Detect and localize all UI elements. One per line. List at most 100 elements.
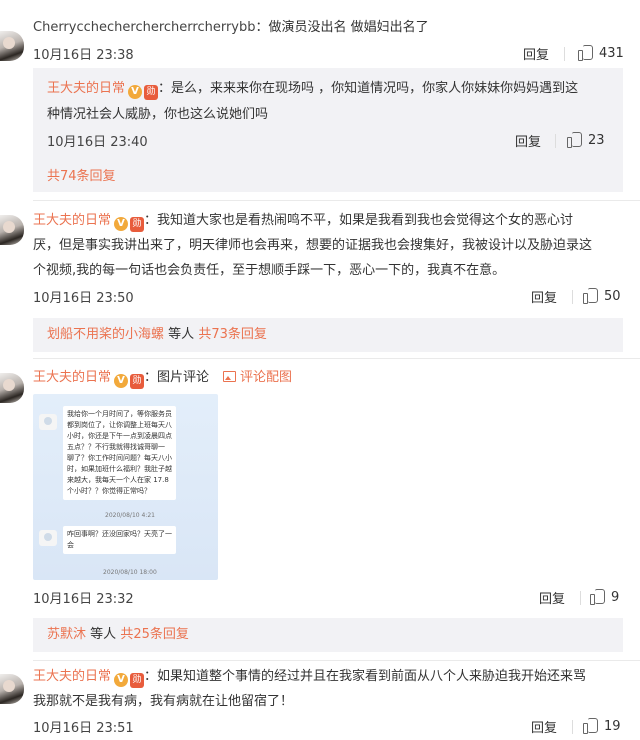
comment-text: 厌，但是事实我讲出来了，明天律师也会再来，想要的证据我也会搜集好，我被设计以及胁… [33,238,593,253]
comment-text-row: 厌，但是事实我讲出来了，明天律师也会再来，想要的证据我也会搜集好，我被设计以及胁… [33,233,626,258]
like-count: 431 [599,46,624,61]
like-count: 19 [604,719,621,734]
comment-text: 我那就不是我有病，我有病就在让他留宿了！ [33,694,294,709]
like-button[interactable]: 431 [578,44,624,61]
like-button[interactable]: 9 [590,588,619,605]
comment-text-row: 我那就不是我有病，我有病就在让他留宿了！ [33,689,626,714]
thumbs-up-icon [590,588,605,605]
reply-button[interactable]: 回复 [531,287,557,306]
verified-icon: V [128,85,143,99]
username[interactable]: 王大夫的日常 [33,669,111,684]
timestamp: 10月16日 23:32 [33,592,134,607]
medal-icon: 勋 [130,217,145,232]
timestamp: 10月16日 23:50 [33,291,134,306]
reply-users-suffix: 等人 [90,627,117,642]
more-replies-row: 共74条回复 [47,164,609,189]
username[interactable]: 王大夫的日常 [33,213,111,228]
picture-icon [223,371,237,382]
verified-icon: V [114,374,129,388]
thumbs-up-icon [583,717,598,734]
image-link[interactable]: 评论配图 [240,370,292,385]
timestamp: 10月16日 23:38 [33,48,134,63]
like-button[interactable]: 19 [583,717,621,734]
more-replies-link[interactable]: 共25条回复 [120,627,189,642]
comment-text-row: 王大夫的日常 V 勋：如果知道整个事情的经过并且在我家看到前面从八个人来胁迫我开始还… [33,664,626,689]
reply-summary-row: 苏默沐 等人 共25条回复 [47,622,609,647]
colon: ： [144,213,158,228]
more-replies-link[interactable]: 共74条回复 [47,169,116,184]
avatar[interactable] [0,674,24,704]
divider [572,720,573,734]
like-button[interactable]: 50 [583,287,621,304]
timestamp: 10月16日 23:40 [47,135,148,150]
comment-meta: 10月16日 23:51 回复 19 [33,717,626,739]
thumbs-up-icon [583,287,598,304]
more-replies-link[interactable]: 共73条回复 [198,327,267,342]
like-count: 23 [588,133,605,148]
divider [580,591,581,605]
like-count: 50 [604,289,621,304]
username[interactable]: 王大夫的日常 [33,370,111,385]
reply-text: 种情况社会人威胁，你也这么说她们吗 [47,107,269,122]
reply-summary-box: 划船不用桨的小海螺 等人 共73条回复 [33,318,623,352]
chat-avatar-icon [39,530,57,546]
divider [564,47,565,61]
reply-text: 是么，来来来你在现场吗 ，你知道情况吗，你家人你妹妹你妈妈遇到这 [171,81,579,96]
reply-users-link[interactable]: 划船不用桨的小海螺 [47,327,164,342]
comment-text: 如果知道整个事情的经过并且在我家看到前面从八个人来胁迫我开始还来骂 [157,669,587,684]
comment-text: 图片评论 [157,370,210,385]
comment-text-row: 王大夫的日常 V 勋：图片评论 评论配图 [33,365,626,390]
reply-button[interactable]: 回复 [539,588,565,607]
verified-icon: V [114,217,129,231]
colon: ： [255,20,269,35]
username[interactable]: 王大夫的日常 [47,81,125,96]
comment-meta: 10月16日 23:32 回复 9 [33,588,626,610]
like-count: 9 [611,590,620,605]
thumbs-up-icon [567,131,582,148]
divider [555,134,556,148]
comment-text: 个视频,我的每一句话也会负责任，至于想顺手踩一下，恶心一下的，我真不在意。 [33,263,506,278]
medal-icon: 勋 [144,85,159,100]
reply-button[interactable]: 回复 [523,44,549,63]
avatar[interactable] [0,215,24,245]
reply-summary-row: 划船不用桨的小海螺 等人 共73条回复 [47,322,609,347]
colon: ： [158,81,172,96]
comment-meta: 10月16日 23:38 回复 431 [33,44,626,66]
reply-summary-box: 苏默沐 等人 共25条回复 [33,618,623,652]
divider [33,358,640,359]
divider [33,200,640,201]
reply-users-link[interactable]: 苏默沐 [47,627,86,642]
colon: ： [144,669,158,684]
verified-icon: V [114,673,129,687]
chat-timestamp: 2020/08/10 4:21 [105,512,155,519]
comment-meta: 10月16日 23:50 回复 50 [33,287,626,309]
username[interactable]: Cherrycchecherchercherrcherrybb [33,20,256,35]
reply-box: 王大夫的日常 V 勋：是么，来来来你在现场吗 ，你知道情况吗，你家人你妹妹你妈妈遇到… [33,68,623,192]
comment-text-row: 王大夫的日常 V 勋：我知道大家也是看热闹鸣不平，如果是我看到我也会觉得这个女的恶心… [33,208,626,233]
comment-text: 我知道大家也是看热闹鸣不平，如果是我看到我也会觉得这个女的恶心讨 [157,213,574,228]
reply-button[interactable]: 回复 [515,131,541,150]
avatar[interactable] [0,373,24,403]
divider [33,660,640,661]
divider [572,290,573,304]
chat-avatar-icon [39,414,57,430]
comment-image[interactable]: 我给你一个月时间了，等你服务员 都到岗位了，让你调整上班每天八 小时，你还是下午… [33,394,218,580]
timestamp: 10月16日 23:51 [33,721,134,736]
reply-users-suffix: 等人 [168,327,195,342]
reply-text-row: 王大夫的日常 V 勋：是么，来来来你在现场吗 ，你知道情况吗，你家人你妹妹你妈妈遇到… [47,76,609,101]
reply-meta: 10月16日 23:40 回复 23 [47,131,609,153]
thumbs-up-icon [578,44,593,61]
like-button[interactable]: 23 [567,131,605,148]
avatar[interactable] [0,31,24,61]
medal-icon: 勋 [130,673,145,688]
comment-text-row: Cherrycchecherchercherrcherrybb：做演员没出名 做… [33,15,626,40]
comment-text-row: 个视频,我的每一句话也会负责任，至于想顺手踩一下，恶心一下的，我真不在意。 [33,258,626,283]
comment-text: 做演员没出名 做娼妇出名了 [268,20,429,35]
reply-button[interactable]: 回复 [531,717,557,736]
chat-message: 咋回事啊？还没回家吗？天亮了一 会 [63,526,176,554]
chat-timestamp: 2020/08/10 18:00 [103,569,157,576]
colon: ： [144,370,158,385]
medal-icon: 勋 [130,374,145,389]
reply-text-row: 种情况社会人威胁，你也这么说她们吗 [47,102,609,127]
chat-message: 我给你一个月时间了，等你服务员 都到岗位了，让你调整上班每天八 小时，你还是下午… [63,406,176,500]
